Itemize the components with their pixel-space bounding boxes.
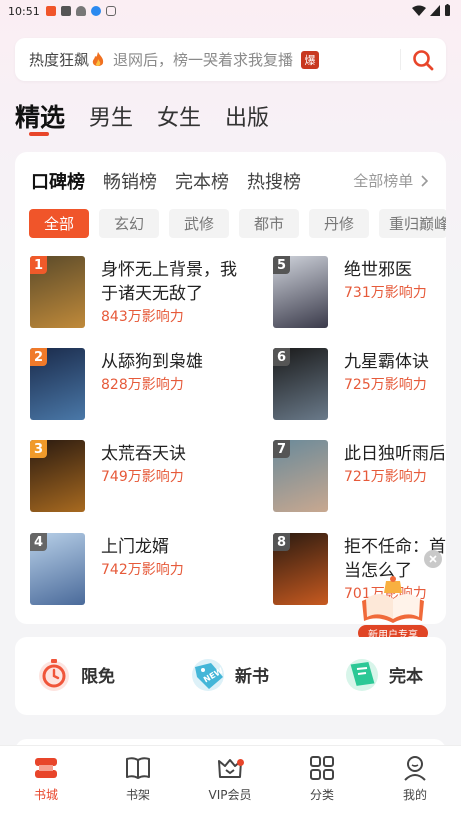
chip-chonggui[interactable]: 重归巅峰 (379, 209, 446, 238)
grid-icon (310, 756, 334, 780)
book-item[interactable]: 3 太荒吞天诀 749万影响力 (30, 440, 230, 516)
nav-vip[interactable]: VIP会员 (195, 754, 265, 803)
user-icon (404, 756, 426, 781)
quick-entries: 限免 NEW 新书 完本 (15, 637, 446, 715)
free-limited-entry[interactable]: 限免 (35, 655, 115, 693)
chevron-right-icon (421, 175, 429, 187)
book-heat: 721万影响力 (344, 469, 427, 485)
chip-all[interactable]: 全部 (29, 209, 89, 238)
notification-dot (237, 759, 244, 766)
nav-category-label: 分类 (309, 788, 334, 802)
new-book-label: 新书 (235, 666, 269, 687)
book-item[interactable]: 5 绝世邪医 731万影响力 (273, 256, 446, 332)
main-tabs: 精选 男生 女生 出版 (15, 98, 293, 136)
wifi-icon (412, 5, 426, 16)
free-limited-label: 限免 (81, 666, 115, 687)
status-bar: 10:51 (0, 0, 461, 22)
book-title: 绝世邪医 (344, 260, 412, 280)
rank-badge: 2 (30, 348, 47, 366)
book-complete-icon (346, 659, 378, 691)
active-tab-indicator (29, 132, 49, 136)
bookstore-icon (35, 758, 57, 778)
rank-badge: 3 (30, 440, 47, 458)
book-heat: 828万影响力 (101, 377, 184, 393)
tab-female[interactable]: 女生 (157, 100, 201, 134)
ranking-card: 口碑榜 畅销榜 完本榜 热搜榜 全部榜单 全部 玄幻 武修 都市 丹修 重归巅峰… (15, 152, 446, 624)
status-time: 10:51 (8, 4, 40, 18)
book-title: 太荒吞天诀 (101, 444, 186, 464)
new-book-entry[interactable]: NEW 新书 (189, 655, 269, 693)
chip-danxiu[interactable]: 丹修 (309, 209, 369, 238)
completed-entry[interactable]: 完本 (343, 655, 423, 693)
tab-male[interactable]: 男生 (89, 100, 133, 134)
all-ranks-link[interactable]: 全部榜单 (353, 170, 429, 191)
tab-completed-rank[interactable]: 完本榜 (175, 168, 229, 194)
book-item[interactable]: 4 上门龙婿 742万影响力 (30, 533, 230, 609)
nav-bookshelf[interactable]: 书架 (103, 754, 173, 803)
cat-icon (75, 6, 86, 16)
app-notification-icon (45, 6, 56, 16)
tab-publish[interactable]: 出版 (225, 100, 269, 134)
hot-badge: 爆 (301, 50, 320, 69)
close-promo-button[interactable] (424, 550, 442, 568)
chip-dushi[interactable]: 都市 (239, 209, 299, 238)
new-tag-icon: NEW (192, 659, 225, 691)
battery-icon (445, 4, 450, 16)
rank-badge: 5 (273, 256, 290, 274)
book-heat: 725万影响力 (344, 377, 427, 393)
tab-bestseller-rank[interactable]: 畅销榜 (103, 168, 157, 194)
bluetooth-icon (90, 6, 101, 16)
nav-category[interactable]: 分类 (287, 754, 357, 803)
book-item[interactable]: 7 此日独听雨后 721万影响力 (273, 440, 446, 516)
book-title: 身怀无上背景，我于诸天无敌了 (101, 260, 237, 304)
tab-hot-search-rank[interactable]: 热搜榜 (247, 168, 301, 194)
nav-profile-label: 我的 (402, 788, 427, 802)
bottom-nav: 书城 书架 VIP会员 分类 我的 (0, 745, 461, 820)
close-icon (429, 555, 437, 563)
book-heat: 843万影响力 (101, 309, 184, 325)
book-heat: 731万影响力 (344, 285, 427, 301)
fire-icon (92, 51, 104, 66)
open-book-gift-icon (362, 576, 424, 623)
book-heat: 742万影响力 (101, 562, 184, 578)
open-book-icon (126, 757, 150, 779)
nav-bookstore[interactable]: 书城 (11, 754, 81, 803)
rank-badge: 1 (30, 256, 47, 274)
nav-bookshelf-label: 书架 (125, 788, 150, 802)
book-title: 上门龙婿 (101, 537, 169, 557)
book-item[interactable]: 2 从舔狗到枭雄 828万影响力 (30, 348, 230, 424)
new-user-promo[interactable]: 新用户专享 (356, 575, 430, 643)
search-input[interactable]: 退网后，榜一哭着求我复播 (113, 49, 293, 70)
rank-badge: 8 (273, 533, 290, 551)
nav-profile[interactable]: 我的 (380, 754, 450, 803)
search-icon[interactable] (412, 49, 434, 71)
rank-badge: 4 (30, 533, 47, 551)
stopwatch-icon (39, 659, 69, 691)
category-chips: 全部 玄幻 武修 都市 丹修 重归巅峰 (29, 209, 446, 238)
rank-badge: 7 (273, 440, 290, 458)
book-heat: 749万影响力 (101, 469, 184, 485)
rank-badge: 6 (273, 348, 290, 366)
rank-tabs: 口碑榜 畅销榜 完本榜 热搜榜 (31, 168, 319, 194)
book-title: 此日独听雨后 (344, 444, 444, 464)
chip-wuxiu[interactable]: 武修 (169, 209, 229, 238)
signal-icon (430, 4, 440, 16)
hot-search-label: 热度狂飙 (29, 51, 90, 69)
search-divider (400, 49, 401, 70)
book-item[interactable]: 6 九星霸体诀 725万影响力 (273, 348, 446, 424)
tab-featured[interactable]: 精选 (15, 98, 65, 136)
shield-icon (105, 6, 116, 16)
search-bar[interactable]: 热度狂飙 退网后，榜一哭着求我复播 爆 (15, 38, 446, 81)
chip-xuanhuan[interactable]: 玄幻 (99, 209, 159, 238)
nav-vip-label: VIP会员 (208, 788, 252, 802)
book-title: 九星霸体诀 (344, 352, 429, 372)
completed-label: 完本 (389, 666, 423, 687)
book-title: 从舔狗到枭雄 (101, 352, 203, 372)
book-item[interactable]: 1 身怀无上背景，我于诸天无敌了 843万影响力 (30, 256, 237, 332)
android-icon (60, 6, 71, 16)
tab-reputation-rank[interactable]: 口碑榜 (31, 168, 85, 194)
nav-bookstore-label: 书城 (33, 788, 58, 802)
